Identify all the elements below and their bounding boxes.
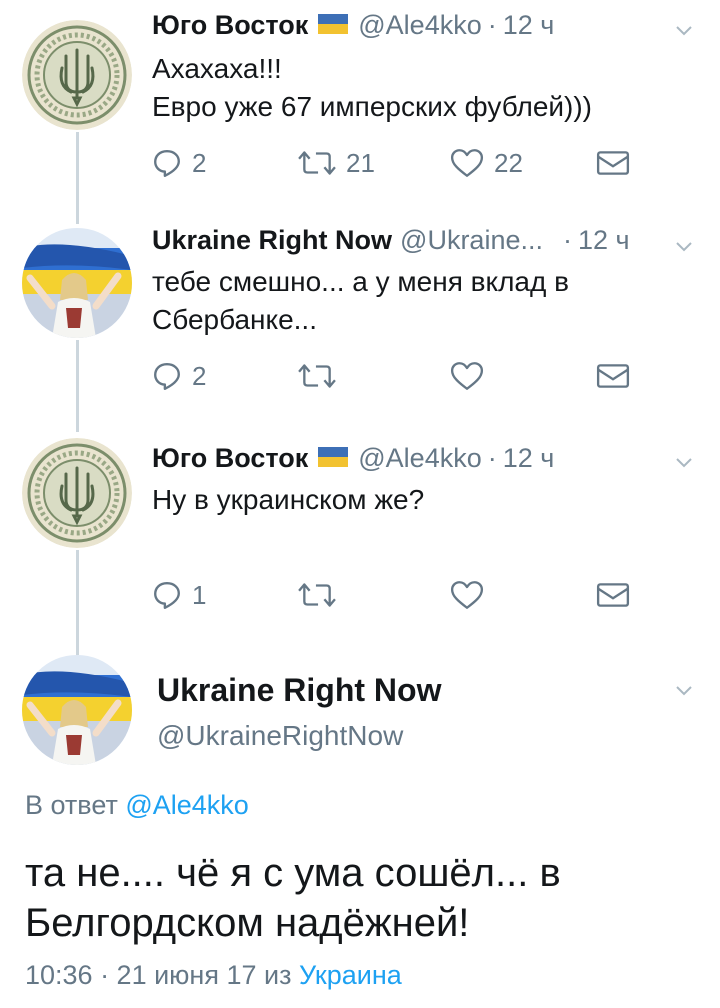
- like-icon: [450, 361, 484, 391]
- reply-count: 1: [192, 579, 207, 610]
- woman-with-flag-avatar-image: [22, 228, 132, 338]
- tweet-text: Ахахаха!!! Евро уже 67 имперских фублей)…: [152, 50, 690, 126]
- author-name[interactable]: Ukraine Right Now: [152, 225, 392, 256]
- retweet-button[interactable]: 21: [298, 143, 375, 183]
- separator-dot: ·: [562, 225, 572, 255]
- reply-to-link[interactable]: @Ale4kko: [125, 790, 248, 820]
- tweet-timestamp: 10:36 · 21 июня 17 из: [25, 960, 292, 990]
- direct-message-button[interactable]: [596, 575, 630, 615]
- reply-count: 2: [192, 360, 207, 391]
- tweet-time[interactable]: 12 ч: [503, 10, 555, 41]
- author-handle[interactable]: @Ale4kko: [358, 443, 481, 474]
- separator-dot: ·: [487, 10, 497, 40]
- reply-button[interactable]: 2: [152, 356, 206, 396]
- author-handle[interactable]: @Ale4kko: [358, 10, 481, 41]
- direct-message-button[interactable]: [596, 356, 630, 396]
- ukraine-flag-icon: [318, 14, 349, 34]
- tweet-text: Ну в украинском же?: [152, 481, 690, 519]
- tweet-actions: 1: [152, 575, 652, 615]
- avatar[interactable]: [22, 228, 132, 338]
- retweet-count: 21: [346, 147, 375, 178]
- avatar[interactable]: [22, 438, 132, 548]
- tweet-time[interactable]: 12 ч: [578, 225, 630, 256]
- trident-emblem-avatar-image: [22, 20, 132, 130]
- chevron-down-icon[interactable]: [674, 452, 694, 472]
- direct-message-icon: [596, 580, 630, 610]
- chevron-down-icon[interactable]: [674, 20, 694, 40]
- avatar[interactable]: [22, 20, 132, 130]
- like-button[interactable]: [450, 575, 484, 615]
- reply-count: 2: [192, 147, 207, 178]
- tweet-text-line: Ну в украинском же?: [152, 484, 425, 515]
- chevron-down-icon[interactable]: [674, 236, 694, 256]
- like-icon: [450, 148, 484, 178]
- tweet-time[interactable]: 12 ч: [503, 443, 555, 474]
- thread-line: [76, 340, 79, 432]
- tweet-actions: 2: [152, 356, 652, 396]
- tweet-meta: 10:36 · 21 июня 17 из Украина: [25, 960, 402, 991]
- like-button[interactable]: [450, 356, 484, 396]
- tweet-text-line: Сбербанке...: [152, 304, 317, 335]
- trident-emblem-avatar-image: [22, 438, 132, 548]
- tweet-text-line: Евро уже 67 имперских фублей))): [152, 91, 593, 122]
- tweet-text: тебе смешно... а у меня вклад в Сбербанк…: [152, 263, 690, 339]
- direct-message-icon: [596, 148, 630, 178]
- reply-prefix: В ответ: [25, 790, 118, 820]
- tweet-text: та не.... чё я с ума сошёл... в Белгордс…: [25, 848, 705, 948]
- thread-line: [76, 132, 79, 224]
- author-name[interactable]: Ukraine Right Now: [157, 672, 441, 709]
- tweet-text-line: Ахахаха!!!: [152, 53, 282, 84]
- tweet-text-line: тебе смешно... а у меня вклад в: [152, 266, 569, 297]
- author-handle[interactable]: @Ukraine...: [400, 225, 543, 256]
- tweet-text-line: Белгордском надёжней!: [25, 901, 470, 945]
- woman-with-flag-avatar-image: [22, 655, 132, 765]
- author-handle[interactable]: @UkraineRightNow: [157, 720, 403, 752]
- chevron-down-icon[interactable]: [674, 680, 694, 700]
- tweet-actions: 2 21 22: [152, 143, 652, 183]
- like-count: 22: [494, 147, 523, 178]
- author-name[interactable]: Юго Восток: [152, 10, 308, 41]
- direct-message-button[interactable]: [596, 143, 630, 183]
- avatar[interactable]: [22, 655, 132, 765]
- tweet-text-line: та не.... чё я с ума сошёл... в: [25, 851, 561, 895]
- reply-context: В ответ @Ale4kko: [25, 790, 249, 821]
- like-icon: [450, 580, 484, 610]
- thread-line: [76, 550, 79, 655]
- retweet-icon: [298, 580, 336, 610]
- location-link[interactable]: Украина: [299, 960, 402, 990]
- reply-button[interactable]: 2: [152, 143, 206, 183]
- reply-button[interactable]: 1: [152, 575, 206, 615]
- reply-icon: [152, 361, 182, 391]
- separator-dot: ·: [487, 443, 497, 473]
- direct-message-icon: [596, 361, 630, 391]
- like-button[interactable]: 22: [450, 143, 523, 183]
- retweet-icon: [298, 361, 336, 391]
- reply-icon: [152, 148, 182, 178]
- retweet-button[interactable]: [298, 575, 336, 615]
- reply-icon: [152, 580, 182, 610]
- author-name[interactable]: Юго Восток: [152, 443, 308, 474]
- retweet-button[interactable]: [298, 356, 336, 396]
- retweet-icon: [298, 148, 336, 178]
- ukraine-flag-icon: [318, 447, 349, 467]
